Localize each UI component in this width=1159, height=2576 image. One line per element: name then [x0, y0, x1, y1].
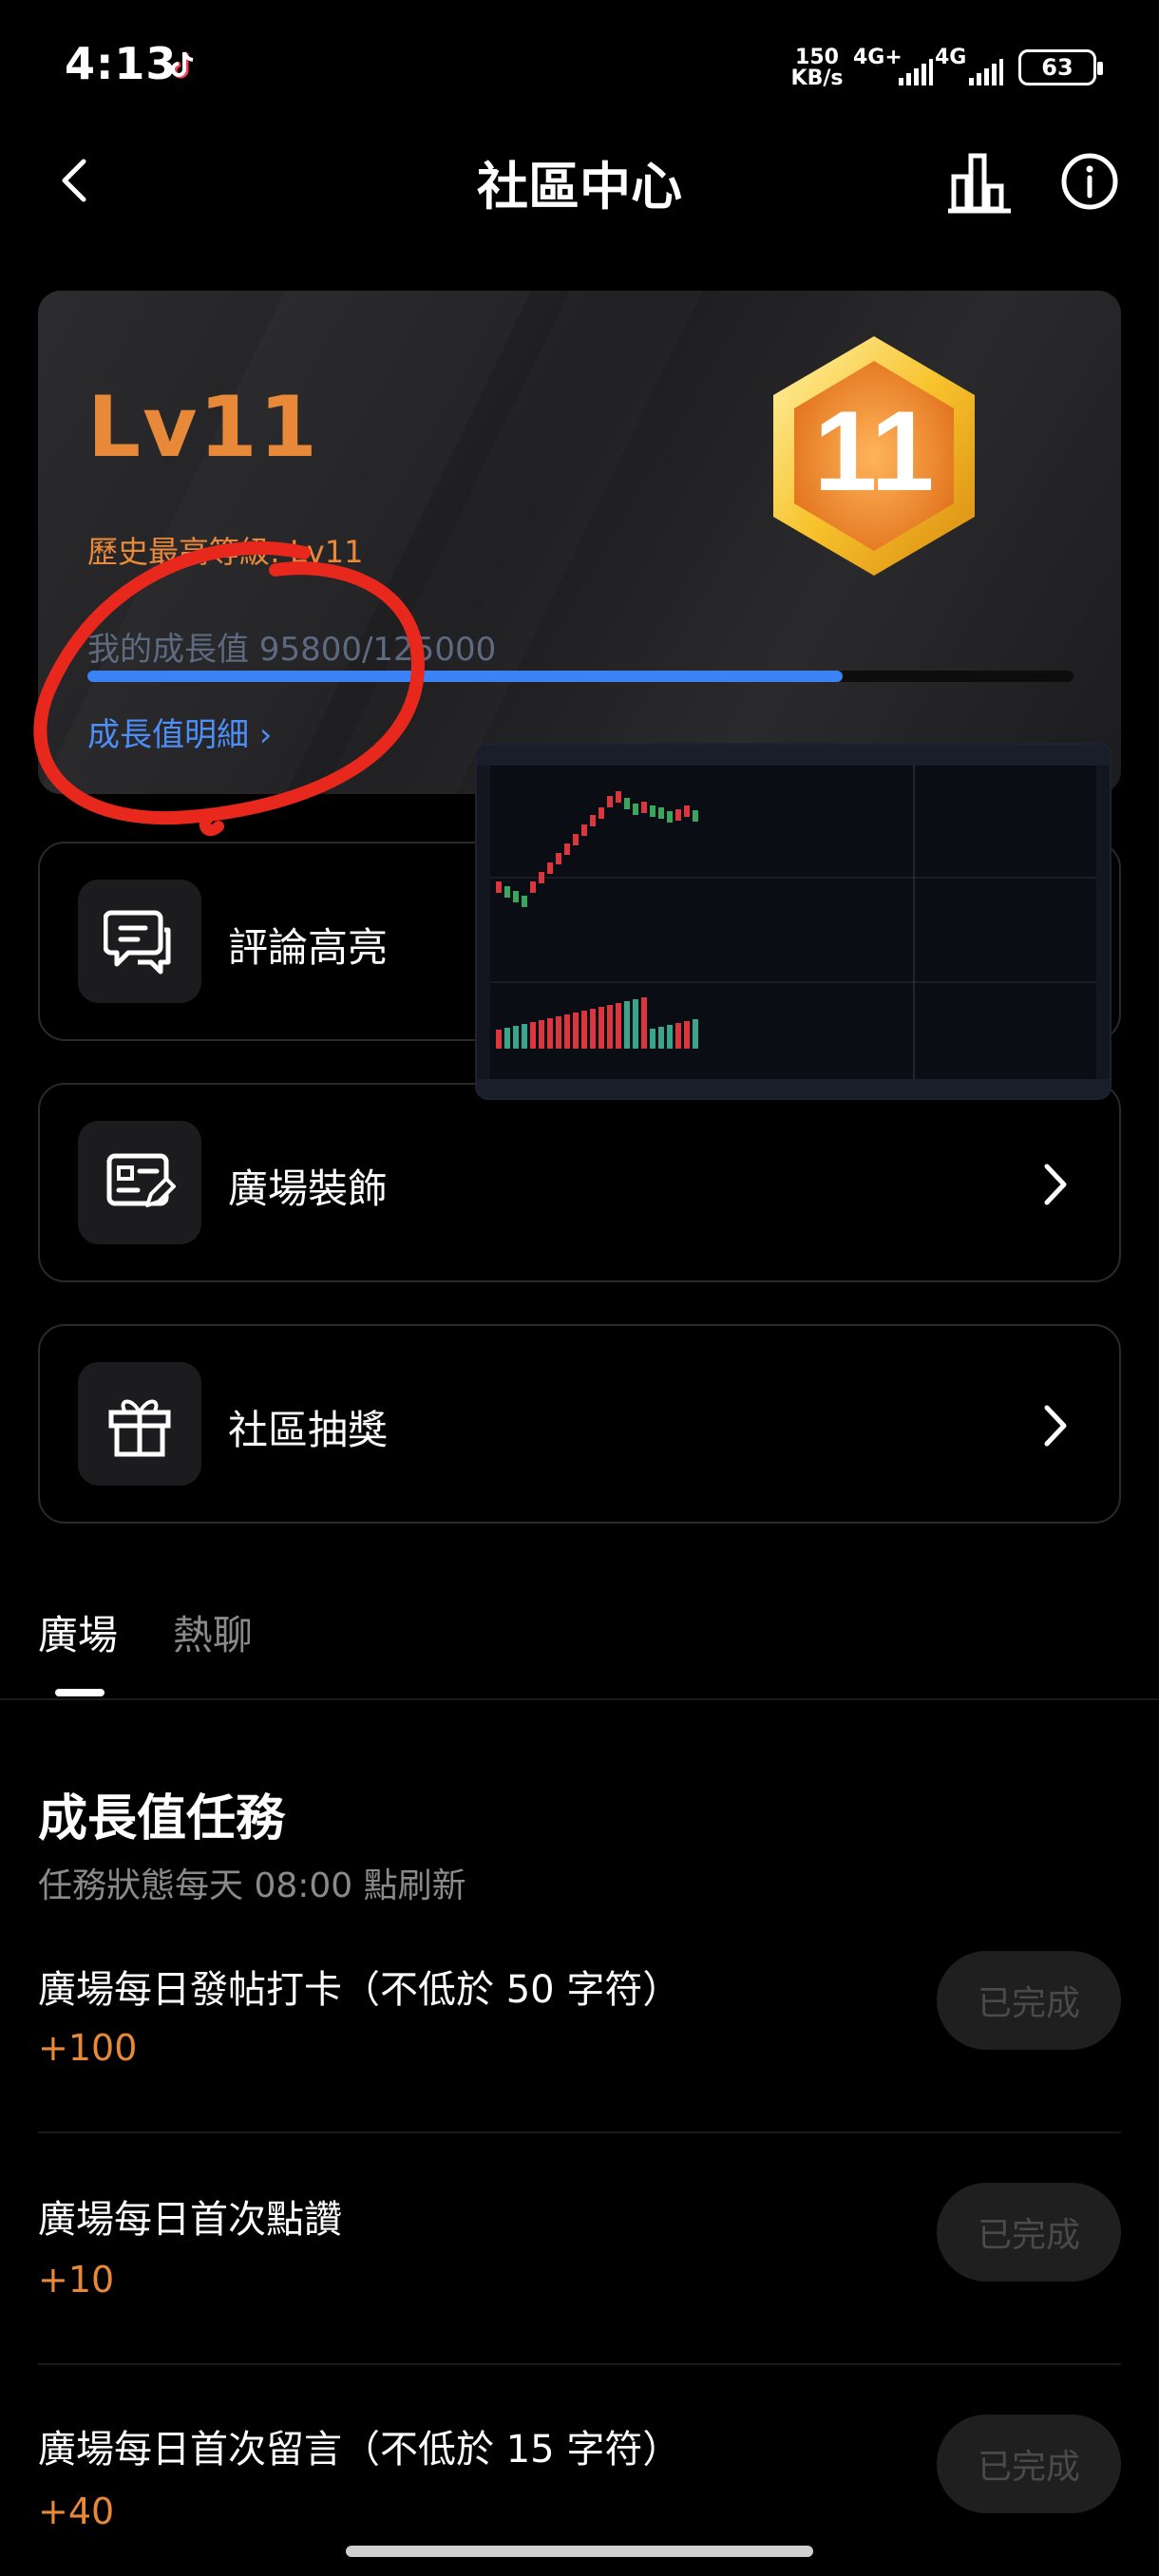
- tab-square[interactable]: 廣場: [38, 1603, 118, 1661]
- thumbnail-volume-bar: [667, 1025, 673, 1049]
- menu-label: 廣場裝飾: [228, 1165, 389, 1212]
- thumbnail-candle: [667, 811, 673, 823]
- thumbnail-candle: [504, 886, 510, 898]
- thumbnail-candle: [556, 853, 561, 864]
- thumbnail-volume-bar: [641, 997, 647, 1049]
- id-card-edit-icon: [106, 1153, 176, 1207]
- task-points: +10: [38, 2259, 115, 2301]
- thumbnail-candle: [616, 791, 621, 803]
- thumbnail-volume-bar: [522, 1024, 527, 1049]
- thumbnail-volume-bar: [607, 1005, 613, 1049]
- thumbnail-volume-bar: [693, 1019, 698, 1049]
- thumbnail-volume-bar: [675, 1023, 681, 1049]
- thumbnail-candle: [513, 891, 519, 902]
- task-name: 廣場每日發帖打卡（不低於 50 字符）: [38, 1968, 681, 2012]
- thumbnail-volume-bar: [650, 1029, 656, 1049]
- thumbnail-volume-bar: [530, 1022, 536, 1049]
- thumbnail-candle: [650, 805, 656, 817]
- candlestick-thumbnail: [477, 745, 1110, 1098]
- thumbnail-candle: [675, 809, 681, 821]
- thumbnail-candle: [693, 810, 698, 822]
- gift-icon: [108, 1399, 171, 1457]
- decoration-icon-box: [78, 1121, 201, 1244]
- thumbnail-candle: [547, 862, 553, 874]
- task-name: 廣場每日首次點讚: [38, 2198, 342, 2242]
- thumbnail-candle: [658, 807, 664, 819]
- overlay-trading-screenshot: [475, 743, 1112, 1100]
- signal-bars-icon: [969, 59, 1003, 85]
- tiktok-icon: [171, 51, 194, 79]
- info-icon[interactable]: [1060, 152, 1119, 211]
- network-speed: 150 KB/s: [790, 46, 844, 90]
- chevron-right-icon: [1044, 1164, 1067, 1205]
- thumbnail-candle: [573, 834, 579, 845]
- thumbnail-candle: [590, 815, 596, 826]
- thumbnail-candle: [564, 843, 570, 855]
- menu-label: 評論高亮: [228, 924, 389, 971]
- thumbnail-volume-bar: [573, 1013, 579, 1049]
- thumbnail-volume-bar: [564, 1014, 570, 1049]
- thumbnail-volume-bar: [581, 1011, 587, 1049]
- thumbnail-volume-bar: [590, 1009, 596, 1049]
- task-points: +40: [38, 2491, 115, 2529]
- thumbnail-candle: [624, 798, 630, 809]
- home-indicator[interactable]: [346, 2546, 813, 2557]
- signal-bars-icon: [899, 59, 933, 85]
- menu-label: 社區抽獎: [228, 1407, 389, 1453]
- comment-icon: [104, 910, 171, 975]
- thumbnail-volume-bar: [658, 1027, 664, 1049]
- task-points: +100: [38, 2027, 138, 2069]
- lottery-icon-box: [78, 1362, 201, 1486]
- task-status-button[interactable]: 已完成: [937, 1951, 1121, 2050]
- thumbnail-candle: [530, 881, 536, 893]
- thumbnail-volume-bar: [513, 1026, 519, 1049]
- thumbnail-candle: [633, 804, 638, 815]
- chevron-right-icon: [1044, 1405, 1067, 1447]
- thumbnail-volume-bar: [616, 1003, 621, 1049]
- thumbnail-candle: [607, 796, 613, 807]
- level-label: Lv11: [87, 378, 319, 476]
- thumbnail-candle: [522, 896, 527, 907]
- section-subtitle: 任務狀態每天 08:00 點刷新: [38, 1866, 466, 1905]
- thumbnail-candle: [539, 872, 544, 883]
- bar-chart-icon[interactable]: [946, 150, 1013, 217]
- thumbnail-volume-bar: [598, 1007, 604, 1049]
- annotation-circle: [33, 541, 426, 837]
- thumbnail-volume-bar: [539, 1020, 544, 1049]
- tab-divider: [0, 1698, 1159, 1700]
- thumbnail-candle: [581, 824, 587, 836]
- comment-icon-box: [78, 880, 201, 1003]
- task-status-button[interactable]: 已完成: [937, 2183, 1121, 2282]
- task-status-button[interactable]: 已完成: [937, 2415, 1121, 2513]
- thumbnail-volume-bar: [547, 1018, 553, 1049]
- thumbnail-candle: [684, 805, 690, 817]
- status-time: 4:13: [65, 38, 178, 89]
- thumbnail-volume-bar: [684, 1021, 690, 1049]
- tab-hot-chat[interactable]: 熱聊: [173, 1603, 253, 1661]
- thumbnail-candle: [598, 807, 604, 819]
- task-divider: [38, 2131, 1121, 2133]
- thumbnail-volume-bar: [504, 1028, 510, 1049]
- signal-4g-plus: 4G+: [853, 46, 902, 69]
- thumbnail-candle: [641, 802, 647, 813]
- battery-indicator: 63: [1018, 49, 1103, 85]
- signal-4g: 4G: [935, 46, 967, 69]
- section-title: 成長值任務: [38, 1790, 286, 1847]
- thumbnail-volume-bar: [633, 999, 638, 1049]
- thumbnail-volume-bar: [556, 1016, 561, 1049]
- thumbnail-volume-bar: [496, 1030, 502, 1049]
- thumbnail-candle: [496, 881, 502, 893]
- level-badge-icon: 11: [773, 336, 975, 576]
- badge-number: 11: [814, 388, 935, 515]
- task-divider: [38, 2363, 1121, 2365]
- task-name: 廣場每日首次留言（不低於 15 字符）: [38, 2428, 681, 2472]
- tab-indicator: [55, 1689, 104, 1696]
- thumbnail-volume-bar: [624, 1001, 630, 1049]
